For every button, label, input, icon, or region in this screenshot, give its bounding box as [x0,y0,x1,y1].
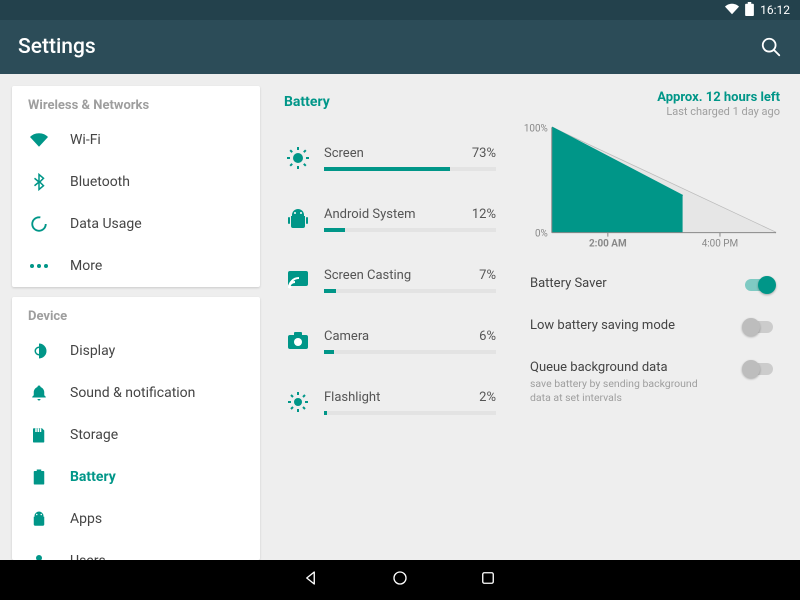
usage-label: Camera [324,329,369,344]
sidebar-item-label: Display [70,343,115,359]
usage-percent: 7% [479,268,496,283]
users-icon [30,552,48,560]
usage-item[interactable]: Screen 73% [280,128,502,189]
android-nav-bar [0,560,800,600]
sidebar-section-device: Device Display Sound & notification Stor… [12,297,260,560]
usage-icon [286,207,310,231]
sidebar-item-apps[interactable]: Apps [12,498,260,540]
switch[interactable] [742,318,776,336]
usage-item[interactable]: Camera 6% [280,311,502,372]
toggle-label: Battery Saver [530,276,607,291]
app-title: Settings [18,35,96,59]
data-usage-icon [30,215,48,233]
status-bar: 16:12 [0,0,800,20]
battery-right-column: Approx. 12 hours left Last charged 1 day… [518,86,788,560]
battery-approx-text: Approx. 12 hours left [522,90,780,105]
usage-icon [286,390,310,414]
section-header-wireless: Wireless & Networks [12,86,260,119]
sidebar-item-label: Apps [70,511,102,527]
usage-percent: 2% [479,390,496,405]
usage-percent: 12% [472,207,496,222]
usage-bar [324,228,496,232]
toggle-row[interactable]: Queue background data save battery by se… [530,348,776,416]
wifi-icon [30,131,48,149]
sidebar-item-wifi[interactable]: Wi-Fi [12,119,260,161]
main-panel: Battery Screen 73% Android System 12% Sc… [272,86,788,560]
apps-icon [30,510,48,528]
search-icon[interactable] [760,36,782,58]
status-time: 16:12 [760,3,790,17]
usage-bar [324,167,496,171]
display-icon [30,342,48,360]
bell-icon [30,384,48,402]
switch[interactable] [742,276,776,294]
wifi-icon [725,2,739,19]
panel-title: Battery [284,94,502,110]
usage-bar [324,350,496,354]
section-header-device: Device [12,297,260,330]
content: Wireless & Networks Wi-Fi Bluetooth Data… [0,74,800,572]
usage-bar [324,411,496,415]
usage-label: Flashlight [324,390,380,405]
usage-label: Screen Casting [324,268,411,283]
sidebar-item-label: Storage [70,427,118,443]
back-button[interactable] [303,569,321,591]
battery-status-icon [745,2,754,19]
switch[interactable] [742,360,776,378]
app-bar: Settings [0,20,800,74]
toggle-label: Queue background data [530,360,710,375]
usage-item[interactable]: Android System 12% [280,189,502,250]
home-button[interactable] [391,569,409,591]
sidebar-item-battery[interactable]: Battery [12,456,260,498]
sidebar-item-label: Bluetooth [70,174,130,190]
usage-item[interactable]: Screen Casting 7% [280,250,502,311]
sidebar-section-wireless: Wireless & Networks Wi-Fi Bluetooth Data… [12,86,260,287]
toggle-row[interactable]: Low battery saving mode [530,306,776,348]
sidebar-item-more[interactable]: More [12,245,260,287]
usage-label: Screen [324,146,364,161]
storage-icon [30,426,48,444]
sidebar-item-label: Sound & notification [70,385,195,401]
sidebar-item-data-usage[interactable]: Data Usage [12,203,260,245]
usage-bar [324,289,496,293]
sidebar-item-display[interactable]: Display [12,330,260,372]
usage-icon [286,268,310,292]
sidebar-item-users[interactable]: Users [12,540,260,560]
svg-text:2:00 AM: 2:00 AM [589,239,627,250]
bluetooth-icon [30,173,48,191]
sidebar-item-label: Data Usage [70,216,142,232]
toggle-sublabel: save battery by sending background data … [530,377,710,404]
battery-usage-panel: Battery Screen 73% Android System 12% Sc… [272,86,506,560]
toggle-row[interactable]: Battery Saver [530,264,776,306]
svg-text:100%: 100% [524,123,548,134]
toggle-label: Low battery saving mode [530,318,675,333]
sidebar-item-label: More [70,258,102,274]
battery-chart-svg: 100% 0% 2:00 AM 4:00 PM [522,118,780,258]
usage-percent: 6% [479,329,496,344]
usage-label: Android System [324,207,416,222]
sidebar-item-label: Users [70,553,106,560]
usage-icon [286,146,310,170]
more-icon [30,257,48,275]
sidebar-item-label: Wi-Fi [70,132,101,148]
usage-percent: 73% [472,146,496,161]
battery-icon [30,468,48,486]
sidebar-item-sound[interactable]: Sound & notification [12,372,260,414]
sidebar: Wireless & Networks Wi-Fi Bluetooth Data… [12,86,260,560]
sidebar-item-label: Battery [70,469,116,485]
svg-text:4:00 PM: 4:00 PM [702,239,738,250]
battery-last-charged: Last charged 1 day ago [522,105,780,118]
usage-icon [286,329,310,353]
svg-text:0%: 0% [535,229,548,240]
sidebar-item-storage[interactable]: Storage [12,414,260,456]
sidebar-item-bluetooth[interactable]: Bluetooth [12,161,260,203]
usage-item[interactable]: Flashlight 2% [280,372,502,433]
battery-chart[interactable]: Approx. 12 hours left Last charged 1 day… [518,86,788,256]
battery-toggles: Battery Saver Low battery saving mode Qu… [518,256,788,424]
recent-button[interactable] [479,569,497,591]
